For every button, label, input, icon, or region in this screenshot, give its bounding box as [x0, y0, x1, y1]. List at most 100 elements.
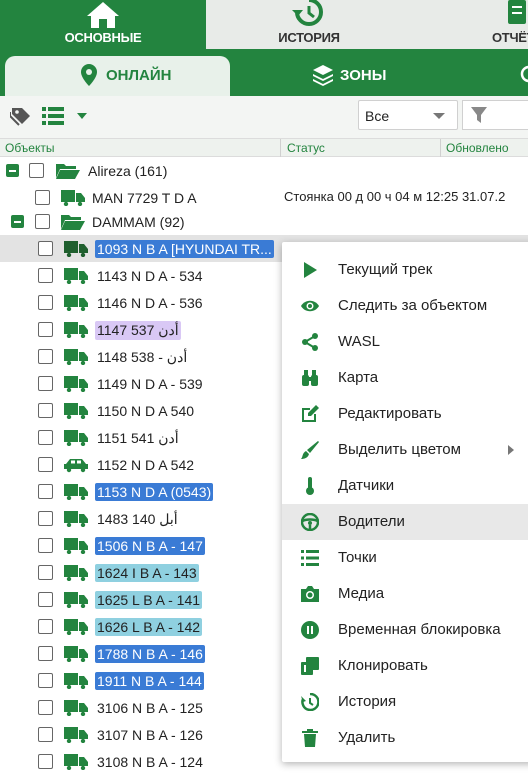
menu-item-label: Выделить цветом — [338, 441, 461, 458]
caret-down-icon[interactable] — [77, 113, 87, 119]
play-icon — [304, 262, 317, 278]
menu-item-thermometer[interactable]: Датчики — [282, 468, 528, 504]
history-icon — [292, 0, 323, 26]
list-menu-icon[interactable] — [42, 107, 64, 125]
menu-item-label: Датчики — [338, 477, 395, 494]
menu-item-eye[interactable]: Следить за объектом — [282, 288, 528, 324]
menu-item-steering-wheel[interactable]: Водители — [282, 504, 528, 540]
vehicle-name: MAN 7729 T D A — [92, 190, 197, 206]
row-checkbox[interactable] — [38, 754, 53, 769]
folder-open-icon — [56, 164, 80, 179]
row-checkbox[interactable] — [38, 322, 53, 337]
row-checkbox[interactable] — [38, 538, 53, 553]
group-row[interactable]: DAMMAM (92) — [0, 208, 528, 235]
layers-icon — [313, 65, 333, 86]
row-checkbox[interactable] — [38, 403, 53, 418]
brush-icon — [301, 441, 319, 459]
row-checkbox[interactable] — [38, 646, 53, 661]
truck-icon — [64, 511, 88, 527]
toolbar: Все — [0, 96, 528, 138]
row-checkbox[interactable] — [38, 268, 53, 283]
row-checkbox[interactable] — [38, 673, 53, 688]
menu-item-edit[interactable]: Редактировать — [282, 396, 528, 432]
collapse-toggle[interactable] — [6, 164, 19, 177]
table-row[interactable]: MAN 7729 T D A Стоянка 00 д 00 ч 04 м 12… — [0, 184, 528, 211]
row-checkbox[interactable] — [38, 700, 53, 715]
tab-online-label: ОНЛАЙН — [106, 67, 172, 84]
nav-tab-reports[interactable]: ОТЧЁТЫ — [412, 0, 528, 49]
collapse-toggle[interactable] — [11, 215, 24, 228]
menu-item-play[interactable]: Текущий трек — [282, 252, 528, 288]
nav-tab-label: ОТЧЁТЫ — [492, 30, 528, 45]
truck-icon — [64, 700, 88, 716]
menu-item-brush[interactable]: Выделить цветом — [282, 432, 528, 468]
menu-item-pause[interactable]: Временная блокировка — [282, 612, 528, 648]
reports-icon — [508, 0, 526, 24]
status-filter-value: Все — [365, 108, 390, 124]
group-checkbox[interactable] — [29, 163, 44, 178]
vehicle-name: 1148 538 - أدن — [97, 349, 188, 365]
status-filter-select[interactable]: Все — [358, 100, 458, 130]
vehicle-name: 1626 L B A - 142 — [95, 618, 203, 636]
menu-item-label: Текущий трек — [338, 261, 433, 278]
truck-icon — [64, 619, 88, 635]
menu-item-label: Карта — [338, 369, 379, 386]
submenu-arrow-icon — [508, 445, 514, 455]
tab-zones[interactable]: ЗОНЫ — [230, 56, 460, 96]
tags-icon[interactable] — [10, 106, 32, 126]
menu-item-camera[interactable]: Медиа — [282, 576, 528, 612]
group-row[interactable]: Alireza (161) — [0, 157, 528, 184]
menu-item-binoculars[interactable]: Карта — [282, 360, 528, 396]
binoculars-icon — [302, 370, 318, 386]
filter-button[interactable] — [462, 100, 528, 130]
row-checkbox[interactable] — [38, 592, 53, 607]
truck-icon — [64, 349, 88, 365]
nav-tab-main[interactable]: ОСНОВНЫЕ — [0, 0, 206, 49]
column-status[interactable]: Статус — [287, 141, 325, 155]
row-checkbox[interactable] — [38, 619, 53, 634]
menu-item-list[interactable]: Точки — [282, 540, 528, 576]
column-objects[interactable]: Объекты — [5, 141, 55, 155]
row-checkbox[interactable] — [38, 484, 53, 499]
eye-icon — [301, 300, 319, 312]
tab-online[interactable]: ОНЛАЙН — [5, 56, 230, 96]
menu-item-label: Водители — [338, 513, 405, 530]
menu-item-label: Редактировать — [338, 405, 442, 422]
row-checkbox[interactable] — [38, 349, 53, 364]
truck-icon — [61, 190, 85, 206]
vehicle-name: 1147 537 أدن — [95, 321, 181, 340]
menu-item-share[interactable]: WASL — [282, 324, 528, 360]
menu-item-history[interactable]: История — [282, 684, 528, 720]
menu-item-trash[interactable]: Удалить — [282, 720, 528, 756]
row-checkbox[interactable] — [38, 295, 53, 310]
vehicle-name: 1911 N B A - 144 — [95, 672, 204, 690]
history-icon — [301, 693, 319, 711]
column-updated[interactable]: Обновлено — [446, 141, 509, 155]
truck-icon — [64, 322, 88, 338]
clone-icon — [301, 657, 319, 675]
group-checkbox[interactable] — [35, 214, 50, 229]
nav-tab-label: ОСНОВНЫЕ — [64, 30, 142, 45]
truck-icon — [64, 565, 88, 581]
row-checkbox[interactable] — [38, 376, 53, 391]
row-checkbox[interactable] — [38, 457, 53, 472]
truck-icon — [64, 268, 88, 284]
nav-tab-history[interactable]: ИСТОРИЯ — [206, 0, 412, 49]
vehicle-name: 3108 N B A - 124 — [97, 754, 203, 770]
row-checkbox[interactable] — [38, 241, 53, 256]
row-checkbox[interactable] — [38, 565, 53, 580]
vehicle-name: 1149 N D A - 539 — [97, 376, 203, 392]
edit-icon — [302, 405, 319, 422]
row-checkbox[interactable] — [38, 511, 53, 526]
thermometer-icon — [306, 477, 314, 495]
top-nav: ОСНОВНЫЕ ИСТОРИЯ ОТЧЁТЫ — [0, 0, 528, 49]
row-checkbox[interactable] — [38, 430, 53, 445]
row-checkbox[interactable] — [35, 190, 50, 205]
column-headers: Объекты Статус Обновлено — [0, 138, 528, 157]
menu-item-clone[interactable]: Клонировать — [282, 648, 528, 684]
row-checkbox[interactable] — [38, 727, 53, 742]
menu-item-label: Клонировать — [338, 657, 428, 674]
home-icon — [87, 2, 119, 28]
more-tab-icon[interactable] — [520, 65, 528, 83]
truck-icon — [64, 538, 88, 554]
